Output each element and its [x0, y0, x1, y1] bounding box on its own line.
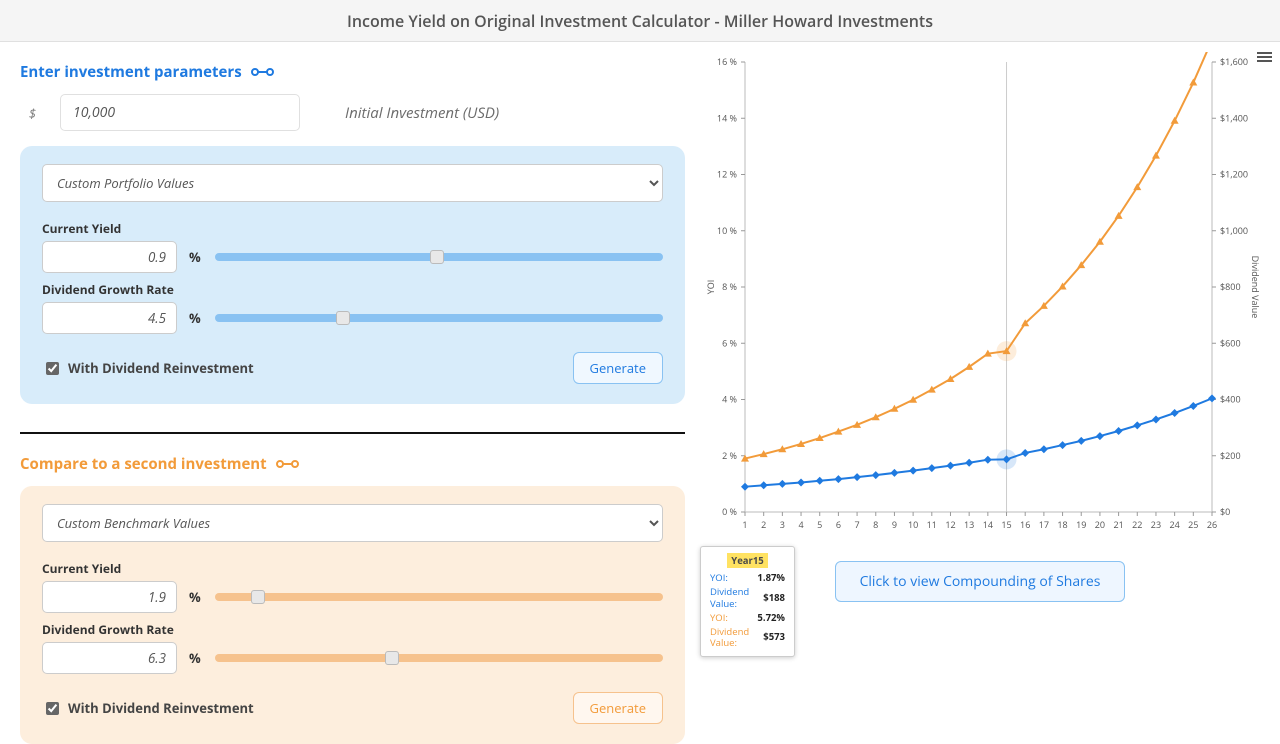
- yoi-chart: 0 % 2 % 4 % 6 % 8 % 10 % 12 % 14 % 16 % $0 $200 $40…: [700, 52, 1260, 542]
- svg-text:17: 17: [1039, 518, 1049, 531]
- panel1-generate-button[interactable]: Generate: [573, 352, 664, 384]
- pct-symbol: %: [189, 248, 203, 266]
- panel2-dgr-input[interactable]: [42, 642, 177, 674]
- svg-text:10: 10: [908, 518, 918, 531]
- panel2-dgr-label: Dividend Growth Rate: [42, 621, 663, 638]
- svg-text:12 %: 12 %: [717, 168, 737, 181]
- pct-symbol: %: [189, 649, 203, 667]
- panel2-yield-row: %: [42, 581, 663, 613]
- svg-text:13: 13: [964, 518, 974, 531]
- currency-symbol: $: [20, 104, 45, 122]
- svg-text:5: 5: [817, 518, 822, 531]
- panel2-benchmark-select[interactable]: Custom Benchmark Values: [42, 504, 663, 542]
- svg-text:12: 12: [945, 518, 955, 531]
- svg-text:$1,400: $1,400: [1220, 111, 1248, 124]
- panel2-yield-input[interactable]: [42, 581, 177, 613]
- svg-text:$200: $200: [1220, 449, 1241, 462]
- chart-menu-icon[interactable]: [1257, 50, 1272, 64]
- svg-text:26: 26: [1207, 518, 1217, 531]
- panel1-heading-text: Enter investment parameters: [20, 62, 242, 82]
- panel1-dgr-row: %: [42, 302, 663, 334]
- divider: [20, 432, 685, 434]
- svg-text:$1,200: $1,200: [1220, 168, 1248, 181]
- svg-text:$1,600: $1,600: [1220, 55, 1248, 68]
- svg-text:$1,000: $1,000: [1220, 224, 1248, 237]
- svg-text:21: 21: [1113, 518, 1123, 531]
- chain-icon: [250, 67, 276, 77]
- panel2-yield-label: Current Yield: [42, 560, 663, 577]
- compounding-shares-button[interactable]: Click to view Compounding of Shares: [835, 561, 1126, 602]
- svg-text:14 %: 14 %: [717, 111, 737, 124]
- svg-text:$800: $800: [1220, 280, 1241, 293]
- panel1-heading: Enter investment parameters: [20, 62, 685, 82]
- panel1-dgr-label: Dividend Growth Rate: [42, 281, 663, 298]
- svg-text:4: 4: [798, 518, 803, 531]
- panel2-body: Custom Benchmark Values Current Yield % …: [20, 486, 685, 744]
- svg-text:23: 23: [1151, 518, 1161, 531]
- panel2-reinvest-checkbox[interactable]: With Dividend Reinvestment: [42, 699, 254, 718]
- svg-text:8: 8: [873, 518, 878, 531]
- svg-text:24: 24: [1169, 518, 1179, 531]
- panel1-dgr-input[interactable]: [42, 302, 177, 334]
- chart-tooltip: Year15YOI:1.87%Dividend Value:$188YOI:5.…: [700, 546, 795, 657]
- svg-text:10 %: 10 %: [717, 224, 737, 237]
- svg-text:3: 3: [780, 518, 785, 531]
- svg-text:1: 1: [742, 518, 747, 531]
- svg-text:$400: $400: [1220, 393, 1241, 406]
- panel2-generate-button[interactable]: Generate: [573, 692, 664, 724]
- initial-investment-input[interactable]: [60, 94, 300, 131]
- page-title: Income Yield on Original Investment Calc…: [0, 0, 1280, 42]
- panel1-yield-row: %: [42, 241, 663, 273]
- panel2-footer: With Dividend Reinvestment Generate: [42, 692, 663, 724]
- svg-text:Dividend Value: Dividend Value: [1249, 256, 1260, 319]
- panel1-body: Custom Portfolio Values Current Yield % …: [20, 146, 685, 404]
- svg-text:2 %: 2 %: [722, 449, 737, 462]
- pct-symbol: %: [189, 309, 203, 327]
- svg-text:7: 7: [855, 518, 860, 531]
- svg-text:22: 22: [1132, 518, 1142, 531]
- initial-investment-row: $ Initial Investment (USD): [20, 94, 685, 131]
- panel1-dgr-slider[interactable]: [215, 311, 663, 325]
- svg-text:YOI: YOI: [704, 280, 717, 295]
- svg-text:2: 2: [761, 518, 766, 531]
- panel2-heading-text: Compare to a second investment: [20, 454, 267, 474]
- pct-symbol: %: [189, 588, 203, 606]
- chain-icon: [275, 459, 301, 469]
- panel2-dgr-row: %: [42, 642, 663, 674]
- svg-text:0 %: 0 %: [722, 505, 737, 518]
- svg-text:16: 16: [1020, 518, 1030, 531]
- panel1-portfolio-select[interactable]: Custom Portfolio Values: [42, 164, 663, 202]
- svg-text:11: 11: [927, 518, 937, 531]
- main-content: Enter investment parameters $ Initial In…: [0, 42, 1280, 744]
- panel1-yield-label: Current Yield: [42, 220, 663, 237]
- panel2-reinvest-input[interactable]: [46, 702, 59, 715]
- svg-text:$0: $0: [1220, 505, 1230, 518]
- svg-text:4 %: 4 %: [722, 393, 737, 406]
- panel1-footer: With Dividend Reinvestment Generate: [42, 352, 663, 384]
- svg-text:20: 20: [1095, 518, 1105, 531]
- left-pane: Enter investment parameters $ Initial In…: [0, 42, 700, 744]
- svg-text:25: 25: [1188, 518, 1198, 531]
- svg-text:19: 19: [1076, 518, 1086, 531]
- panel2-heading: Compare to a second investment: [20, 454, 685, 474]
- initial-investment-label: Initial Investment (USD): [345, 103, 499, 123]
- svg-text:$600: $600: [1220, 336, 1241, 349]
- svg-text:6: 6: [836, 518, 841, 531]
- panel2-yield-slider[interactable]: [215, 590, 663, 604]
- svg-text:18: 18: [1057, 518, 1067, 531]
- panel1-yield-slider[interactable]: [215, 250, 663, 264]
- panel2-dgr-slider[interactable]: [215, 651, 663, 665]
- svg-text:8 %: 8 %: [722, 280, 737, 293]
- right-pane: 0 % 2 % 4 % 6 % 8 % 10 % 12 % 14 % 16 % $0 $200 $40…: [700, 42, 1280, 744]
- panel1-reinvest-input[interactable]: [46, 362, 59, 375]
- svg-text:14: 14: [983, 518, 993, 531]
- panel1-reinvest-checkbox[interactable]: With Dividend Reinvestment: [42, 359, 254, 378]
- svg-text:9: 9: [892, 518, 897, 531]
- panel1-yield-input[interactable]: [42, 241, 177, 273]
- svg-text:15: 15: [1001, 518, 1011, 531]
- svg-text:16 %: 16 %: [717, 55, 737, 68]
- svg-text:6 %: 6 %: [722, 336, 737, 349]
